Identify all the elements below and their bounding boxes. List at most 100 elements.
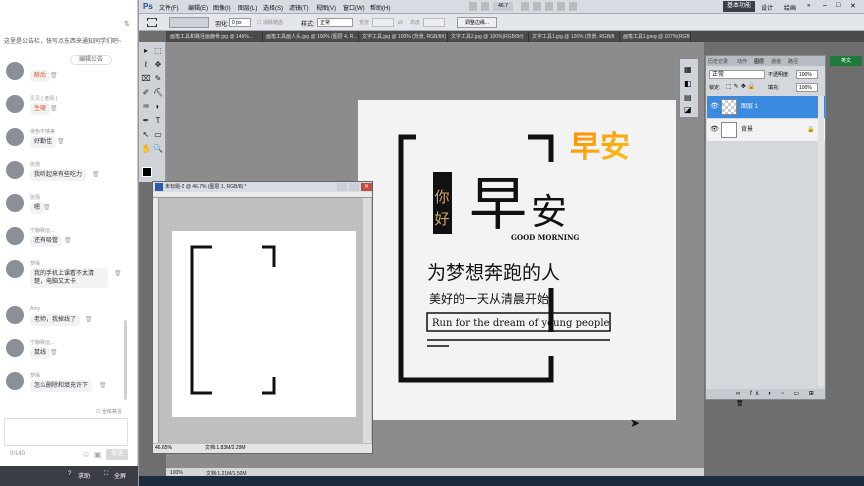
doc-tab-4[interactable]: 文字工具1.jpg @ 126% (背景, RGB/8 — [530, 32, 620, 42]
more-workspaces-icon[interactable]: » — [807, 3, 810, 9]
zoom-icon[interactable] — [533, 2, 541, 11]
tool-9-icon[interactable]: ◐ — [153, 102, 163, 112]
tool-1-icon[interactable]: ⬚ — [153, 46, 163, 56]
tool-12-icon[interactable]: ↖ — [141, 130, 151, 140]
tool-8-icon[interactable]: ♒ — [141, 102, 151, 112]
tool-11-icon[interactable]: T — [153, 116, 163, 126]
image-icon[interactable]: ▣ — [94, 450, 102, 459]
doc-tab-3[interactable]: 文字工具2.jpg @ 100%(RGB/8#) — [449, 32, 529, 42]
rotate-icon[interactable] — [545, 2, 553, 11]
doc-tab-5[interactable]: 画笔工具1.jpeg @ 107%(RGB — [621, 32, 691, 42]
child-maximize-icon[interactable] — [349, 183, 359, 191]
emoji-icon[interactable]: ☺ — [82, 450, 90, 459]
tool-0-icon[interactable]: ▸ — [141, 46, 151, 56]
arrange-icon[interactable] — [569, 2, 577, 11]
chat-scrollbar[interactable] — [124, 320, 127, 400]
child-minimize-icon[interactable] — [337, 183, 347, 191]
delete-icon[interactable]: 🗑 — [50, 105, 58, 112]
layers-scrollbar[interactable] — [818, 96, 824, 386]
tool-7-icon[interactable]: ⛏ — [153, 88, 163, 98]
workspace-essentials[interactable]: 基本功能 — [723, 1, 755, 12]
layers-tab-0[interactable]: 历史记录 — [708, 58, 728, 65]
child-scrollbar-vertical[interactable] — [363, 198, 371, 443]
chat-message-list[interactable]: 醉后 🗑 贝贝 [ 老师 ] 生硬 🗑 夜色不够美 好勤佳 🗑 张扬 我听起来有些吃力 🗑 张扬嗯 🗑 宁… — [6, 62, 130, 407]
width-input[interactable] — [372, 18, 394, 27]
menu-8[interactable]: 帮助(H) — [370, 3, 390, 12]
delete-icon[interactable]: 🗑 — [64, 237, 72, 244]
mute-all-toggle[interactable]: ☐ 全体禁言 — [96, 408, 122, 415]
tool-4-icon[interactable]: ⌧ — [141, 74, 151, 84]
layers-tab-2[interactable]: 图层 — [754, 58, 764, 65]
close-icon[interactable]: ✕ — [850, 2, 856, 10]
delete-icon[interactable]: 🗑 — [50, 72, 58, 79]
panel-icon-3[interactable]: ▤ — [684, 93, 692, 102]
lock-icons[interactable]: ⬚✎✥🔒 — [726, 83, 757, 90]
fill-input[interactable]: 100% — [796, 83, 818, 92]
delete-icon[interactable]: 🗑 — [85, 316, 93, 323]
tool-5-icon[interactable]: ✎ — [153, 74, 163, 84]
delete-icon[interactable]: 🗑 — [92, 171, 100, 178]
help-button[interactable]: 求助 — [78, 471, 90, 480]
br-icon[interactable] — [469, 2, 477, 11]
tool-15-icon[interactable]: 🔍 — [153, 144, 163, 154]
blend-mode-select[interactable]: 正常 — [709, 70, 765, 79]
layers-tab-4[interactable]: 路径 — [788, 58, 798, 65]
panel-icon-2[interactable]: ◧ — [684, 79, 692, 88]
visibility-eye-icon[interactable]: 👁 — [710, 119, 719, 141]
menu-3[interactable]: 图层(L) — [238, 3, 257, 12]
selection-mode-buttons[interactable] — [169, 17, 209, 28]
doc-tab-0[interactable]: 画笔工具和路径画鹿骨.jpg @ 146%... — [168, 32, 263, 42]
child-document-window[interactable]: 未标题-2 @ 46.7% (图层 1, RGB/8) * ✕ 46.65% 文… — [152, 181, 373, 454]
panel-icon-4[interactable]: ◪ — [684, 105, 692, 114]
delete-icon[interactable]: 🗑 — [99, 382, 107, 389]
tool-13-icon[interactable]: ▭ — [153, 130, 163, 140]
workspace-paint[interactable]: 绘画 — [784, 3, 796, 12]
mb-icon[interactable] — [481, 2, 489, 11]
visibility-eye-icon[interactable]: 👁 — [710, 96, 719, 118]
child-canvas[interactable] — [172, 231, 356, 417]
main-document-canvas[interactable]: 你 好 早 安 GOOD MORNING 早安 为梦想奔跑的人 美好的一天从清晨… — [358, 100, 676, 420]
doc-tab-1[interactable]: 画笔工具画人头.jpg @ 100% (图层 4, R... — [264, 32, 359, 42]
refine-edge-button[interactable]: 调整边缘... — [457, 17, 497, 28]
tool-10-icon[interactable]: ✒ — [141, 116, 151, 126]
delete-icon[interactable]: 🗑 — [114, 270, 122, 277]
child-zoom[interactable]: 46.65% — [155, 444, 172, 453]
menu-6[interactable]: 视图(V) — [316, 3, 336, 12]
tool-14-icon[interactable]: ✋ — [141, 144, 151, 154]
menu-1[interactable]: 编辑(E) — [188, 3, 208, 12]
delete-icon[interactable]: 🗑 — [43, 204, 51, 211]
height-input[interactable] — [423, 18, 445, 27]
layer-name[interactable]: 图层 1 — [741, 96, 758, 118]
layer-row[interactable]: 👁 背景 🔒 — [707, 119, 825, 141]
layer-name[interactable]: 背景 — [741, 119, 753, 141]
tool-3-icon[interactable]: ✥ — [153, 60, 163, 70]
doc-tab-2[interactable]: 文字工具.jpg @ 100% (背景, RGB/8#) — [360, 32, 448, 42]
marquee-tool-icon[interactable] — [147, 18, 157, 27]
help-icon[interactable]: ? — [68, 471, 71, 477]
input-method-badge[interactable]: 英文 — [830, 56, 862, 66]
menu-0[interactable]: 文件(F) — [159, 3, 179, 12]
menu-2[interactable]: 图像(I) — [213, 3, 231, 12]
send-button[interactable]: 发送 — [106, 449, 128, 460]
minimize-icon[interactable]: – — [823, 2, 827, 9]
delete-icon[interactable]: 🗑 — [50, 349, 58, 356]
expand-icon[interactable]: ⇅ — [124, 20, 132, 28]
chat-input[interactable] — [4, 418, 128, 446]
fullscreen-button[interactable]: 全屏 — [114, 471, 126, 480]
child-close-icon[interactable]: ✕ — [361, 183, 372, 191]
style-select[interactable]: 正常 — [317, 18, 353, 27]
feather-input[interactable]: 0 px — [229, 18, 251, 27]
layer-actions-bar[interactable]: ∞ fx ◐ ▫ ▭ ⊞ 🗑 — [706, 389, 825, 407]
fullscreen-icon[interactable]: ⛶ — [104, 471, 108, 478]
zoom-level-select[interactable]: 46.7 — [493, 2, 513, 11]
opacity-input[interactable]: 100% — [796, 70, 818, 79]
layers-tab-1[interactable]: 动作 — [737, 58, 747, 65]
layer-row[interactable]: 👁 图层 1 — [707, 96, 825, 118]
swap-icon[interactable]: ⇄ — [398, 19, 403, 26]
grid-icon[interactable] — [557, 2, 565, 11]
menu-5[interactable]: 滤镜(T) — [289, 3, 309, 12]
panel-icon-1[interactable]: ▦ — [684, 65, 692, 74]
menu-7[interactable]: 窗口(W) — [343, 3, 365, 12]
antialias-checkbox[interactable]: ☐ 消除锯齿 — [257, 19, 283, 26]
layers-tab-3[interactable]: 通道 — [771, 58, 781, 65]
